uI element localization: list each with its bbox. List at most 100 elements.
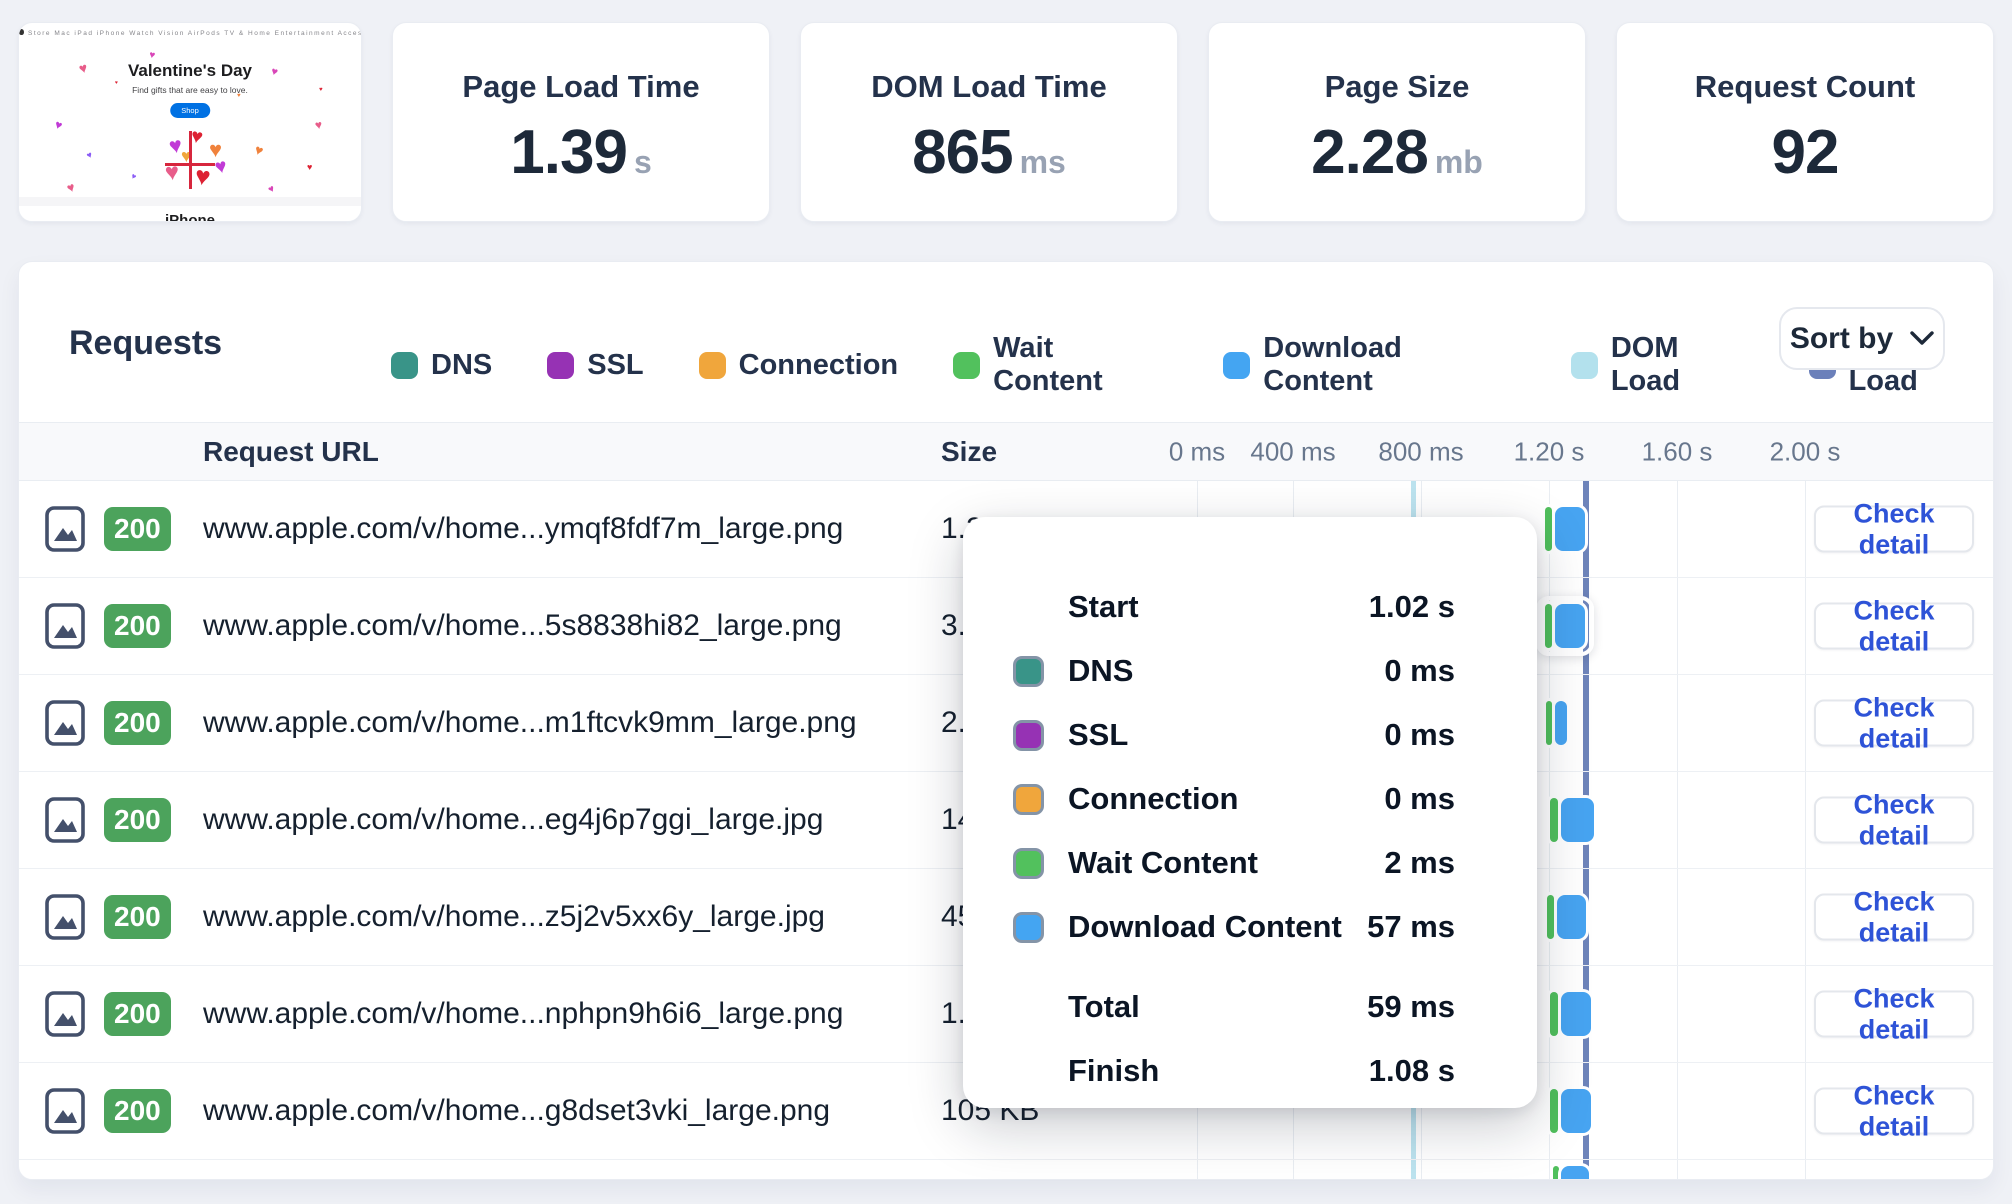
tooltip-row-ssl: SSL0 ms [1013,703,1455,767]
tooltip-swatch-icon [1013,720,1044,751]
tooltip-swatch-icon [1013,784,1044,815]
status-badge: 200 [104,507,171,551]
legend-swatch-icon [1223,352,1250,379]
tooltip-value: 2 ms [1384,845,1455,881]
request-url: www.apple.com/v/home...m1ftcvk9mm_large.… [203,706,857,740]
mini-next-section-title: iPhone [19,212,361,222]
download-content-bar[interactable] [1561,1166,1589,1180]
legend-label: SSL [587,349,643,382]
status-badge: 200 [104,992,171,1036]
heart-icon: ♥ [85,150,94,160]
heart-icon: ♥ [115,81,118,86]
stat-title: Page Load Time [393,69,769,105]
image-file-icon [41,699,89,747]
status-badge: 200 [104,1089,171,1133]
check-detail-button[interactable]: Check detail [1814,1088,1974,1135]
mini-site-title: Valentine's Day [19,61,361,81]
heart-icon: ♥ [213,156,229,178]
tooltip-value: 1.02 s [1369,589,1455,625]
chevron-down-icon [1910,331,1934,346]
tooltip-summary-total: Total59 ms [1013,975,1455,1039]
image-file-icon [41,796,89,844]
stat-title: DOM Load Time [801,69,1177,105]
check-detail-button[interactable]: Check detail [1814,991,1974,1038]
column-size: Size [941,436,997,468]
image-file-icon [41,893,89,941]
legend-item-connection: Connection [699,332,899,398]
request-url: www.apple.com/v/home...eg4j6p7ggi_large.… [203,803,823,837]
mini-nav-items: Store Mac iPad iPhone Watch Vision AirPo… [28,30,362,37]
tooltip-summary-finish: Finish1.08 s [1013,1039,1455,1103]
check-detail-button[interactable]: Check detail [1814,894,1974,941]
gift-ribbon-vertical [189,131,192,189]
legend-swatch-icon [953,352,980,379]
legend-swatch-icon [699,352,726,379]
check-detail-button[interactable]: Check detail [1814,506,1974,553]
legend-label: Wait Content [993,332,1168,398]
timing-tooltip: Start1.02 sDNS0 msSSL0 msConnection0 msW… [963,517,1537,1108]
heart-icon: ♥ [148,51,156,62]
wait-content-bar[interactable] [1550,1089,1558,1133]
legend-swatch-icon [391,352,418,379]
stat-value: 865ms [801,117,1177,188]
wait-content-bar[interactable] [1547,895,1554,939]
tooltip-label: Connection [1068,781,1384,817]
tooltip-swatch-spacer [1013,1056,1044,1087]
sort-by-button[interactable]: Sort by [1779,307,1945,370]
wait-content-bar[interactable] [1550,798,1558,842]
download-content-bar[interactable] [1561,992,1591,1036]
requests-panel-title: Requests [69,324,222,363]
request-url: www.apple.com/v/home...nphpn9h6i6_large.… [203,997,843,1031]
stat-unit: ms [1020,144,1066,180]
request-row-partial [19,1160,1993,1180]
image-file-icon [41,990,89,1038]
tooltip-label: DNS [1068,653,1384,689]
request-url: www.apple.com/v/home...ymqf8fdf7m_large.… [203,512,843,546]
download-content-bar[interactable] [1561,798,1594,842]
download-content-bar[interactable] [1555,604,1585,648]
tooltip-swatch-icon [1013,912,1044,943]
wait-content-bar[interactable] [1553,1166,1559,1180]
download-content-bar[interactable] [1555,507,1585,551]
page-screenshot-thumbnail[interactable]: Store Mac iPad iPhone Watch Vision AirPo… [18,22,362,222]
tooltip-swatch-spacer [1013,992,1044,1023]
download-content-bar[interactable] [1561,1089,1591,1133]
tooltip-label: Finish [1068,1053,1369,1089]
legend-label: Connection [739,349,899,382]
wait-content-bar[interactable] [1545,604,1552,648]
check-detail-button[interactable]: Check detail [1814,700,1974,747]
timeline-tick: 400 ms [1250,436,1335,467]
stat-unit: mb [1435,144,1483,180]
check-detail-button[interactable]: Check detail [1814,797,1974,844]
stat-card-request-count: Request Count 92 [1616,22,1994,222]
apple-logo-icon [19,29,24,35]
wait-content-bar[interactable] [1546,701,1552,745]
status-badge: 200 [104,895,171,939]
heart-icon: ♥ [237,93,241,99]
status-badge: 200 [104,604,171,648]
timeline-tick: 2.00 s [1770,436,1841,467]
request-url: www.apple.com/v/home...g8dset3vki_large.… [203,1094,830,1128]
stat-value: 1.39s [393,117,769,188]
legend-item-download-content: Download Content [1223,332,1516,398]
download-content-bar[interactable] [1557,895,1586,939]
mini-site-navbar: Store Mac iPad iPhone Watch Vision AirPo… [19,29,361,37]
check-detail-button[interactable]: Check detail [1814,603,1974,650]
download-content-bar[interactable] [1555,701,1567,745]
legend-label: DNS [431,349,492,382]
tooltip-label: Download Content [1068,909,1367,945]
wait-content-bar[interactable] [1550,992,1558,1036]
summary-cards-row: Store Mac iPad iPhone Watch Vision AirPo… [18,22,1994,222]
tooltip-value: 1.08 s [1369,1053,1455,1089]
stat-value: 92 [1617,117,1993,188]
stat-title: Page Size [1209,69,1585,105]
tooltip-row-download-content: Download Content57 ms [1013,895,1455,959]
image-file-icon [41,505,89,553]
stat-card-page-load-time: Page Load Time 1.39s [392,22,770,222]
legend-item-ssl: SSL [547,332,643,398]
timeline-tick: 1.20 s [1514,436,1585,467]
tooltip-label: Wait Content [1068,845,1384,881]
wait-content-bar[interactable] [1545,507,1552,551]
heart-icon: ♥ [253,142,266,158]
heart-icon: ♥ [53,118,64,132]
